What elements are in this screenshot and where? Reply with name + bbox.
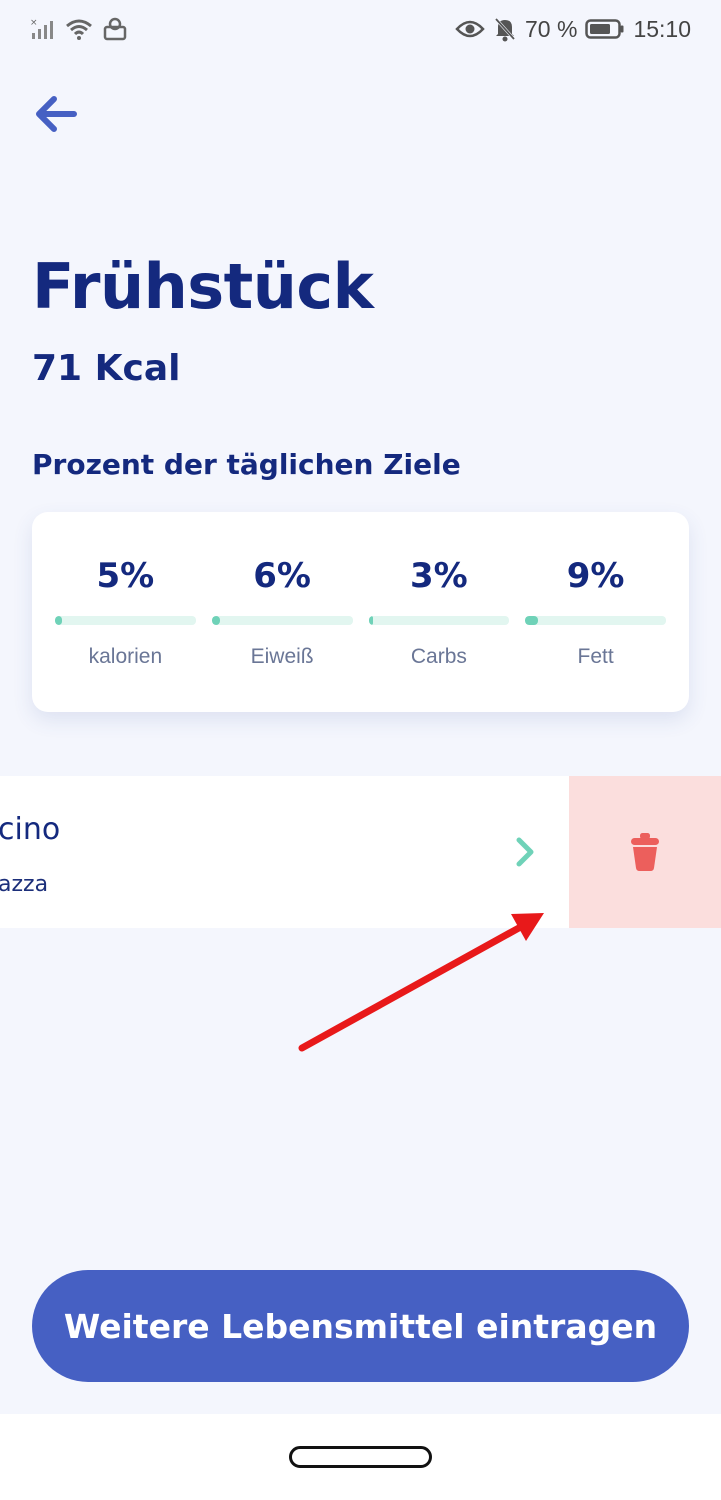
goal-progress-fill bbox=[211, 616, 221, 625]
goal-percent: 3% bbox=[410, 556, 468, 596]
goal-percent: 6% bbox=[253, 556, 311, 596]
status-right: 70 % 15:10 bbox=[455, 16, 691, 43]
goal-progress-bar bbox=[525, 616, 666, 625]
goal-progress-fill bbox=[368, 616, 373, 625]
goal-label: Fett bbox=[577, 645, 614, 668]
goal-progress-fill bbox=[525, 616, 538, 625]
cast-icon bbox=[103, 17, 127, 41]
goal-protein: 6% Eiweiß bbox=[204, 512, 361, 712]
goal-calories: 5% kalorien bbox=[47, 512, 204, 712]
mute-icon bbox=[494, 17, 516, 42]
food-portion: azza bbox=[0, 872, 49, 897]
goal-label: kalorien bbox=[88, 645, 163, 668]
add-more-food-button[interactable]: Weitere Lebensmittel eintragen bbox=[32, 1270, 689, 1382]
page-title: Frühstück bbox=[32, 250, 374, 323]
goal-label: Carbs bbox=[410, 645, 467, 668]
daily-goals-heading: Prozent der täglichen Ziele bbox=[32, 448, 461, 481]
food-list-item[interactable]: cino azza bbox=[0, 776, 569, 928]
chevron-right-icon[interactable] bbox=[513, 834, 539, 870]
svg-text:×: × bbox=[30, 18, 38, 28]
back-button[interactable] bbox=[30, 88, 82, 140]
goal-label: Eiweiß bbox=[250, 645, 314, 668]
system-nav-bar bbox=[0, 1414, 721, 1500]
battery-icon bbox=[585, 19, 624, 39]
battery-percent: 70 % bbox=[525, 15, 578, 42]
status-left: × bbox=[30, 17, 128, 41]
trash-icon bbox=[631, 833, 659, 871]
goal-carbs: 3% Carbs bbox=[361, 512, 518, 712]
goal-progress-bar bbox=[55, 616, 196, 625]
signal-icon: × bbox=[30, 18, 53, 39]
eye-icon bbox=[455, 20, 485, 38]
goal-progress-fill bbox=[55, 616, 63, 625]
arrow-left-icon bbox=[36, 96, 77, 132]
delete-button[interactable] bbox=[569, 776, 721, 928]
food-name: cino bbox=[0, 812, 61, 847]
goal-percent: 9% bbox=[566, 556, 625, 596]
clock: 15:10 bbox=[633, 15, 691, 42]
status-bar: × 70 % 15:10 bbox=[0, 0, 721, 58]
goal-percent: 5% bbox=[96, 556, 155, 596]
goal-progress-bar bbox=[211, 616, 353, 625]
goal-fat: 9% Fett bbox=[517, 512, 674, 712]
goal-progress-bar bbox=[368, 616, 510, 625]
daily-goals-card: 5% kalorien 6% Eiweiß 3% Carbs 9% Fett bbox=[32, 512, 689, 712]
total-kcal: 71 Kcal bbox=[32, 348, 181, 389]
wifi-icon bbox=[66, 19, 92, 40]
home-gesture-handle[interactable] bbox=[289, 1446, 432, 1468]
